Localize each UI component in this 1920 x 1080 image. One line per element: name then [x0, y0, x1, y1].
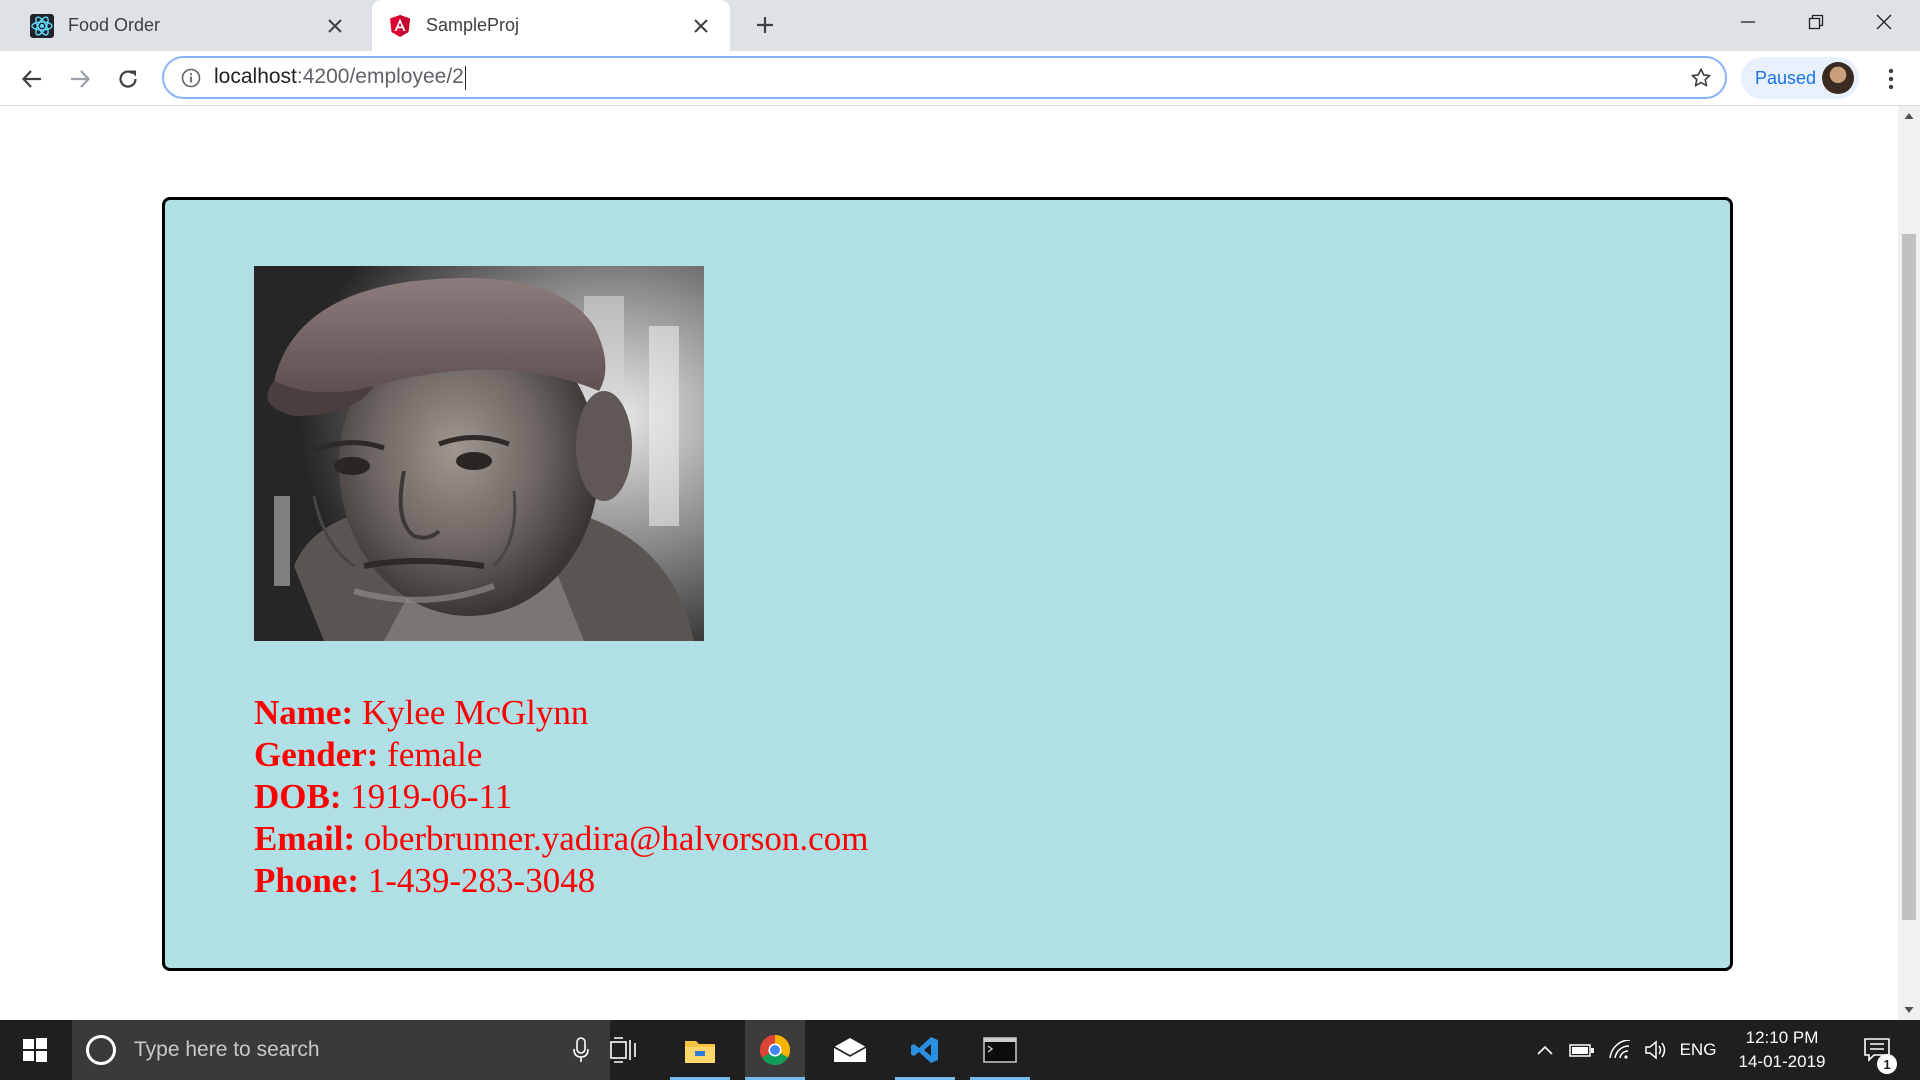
tab-title: SampleProj	[426, 15, 520, 35]
vertical-scrollbar[interactable]	[1898, 106, 1920, 1020]
close-tab-icon[interactable]	[686, 11, 716, 41]
arrow-right-icon	[71, 70, 91, 88]
detail-label: DOB:	[254, 777, 342, 816]
tab-title: Food Order	[68, 15, 161, 35]
detail-value: female	[387, 735, 483, 774]
detail-gender: Gender: female	[254, 734, 868, 776]
close-window-button[interactable]	[1850, 0, 1918, 44]
detail-label: Email:	[254, 819, 356, 858]
browser-toolbar: localhost:4200/employee/2 Paused	[0, 51, 1920, 106]
url-path: :4200/employee/2	[296, 65, 464, 89]
scroll-down-icon[interactable]	[1898, 1000, 1920, 1020]
back-button[interactable]	[12, 59, 52, 99]
minimize-button[interactable]	[1714, 0, 1782, 44]
network-button[interactable]	[1604, 1020, 1636, 1080]
detail-label: Name:	[254, 693, 354, 732]
vscode-icon	[911, 1037, 938, 1063]
address-bar[interactable]: localhost:4200/employee/2	[162, 56, 1727, 99]
chrome-taskbar-button[interactable]	[745, 1020, 805, 1080]
file-explorer-icon	[685, 1041, 715, 1063]
mail-button[interactable]	[820, 1020, 880, 1080]
start-button[interactable]	[0, 1020, 70, 1080]
screen: Food Order SampleProj localhost:4200/emp…	[0, 0, 1920, 1080]
task-view-icon	[610, 1037, 636, 1063]
battery-icon	[1569, 1044, 1594, 1057]
url-text: localhost:4200/employee/2	[214, 65, 466, 90]
mail-icon	[833, 1038, 867, 1062]
site-info-icon[interactable]	[180, 67, 202, 89]
windows-logo-icon	[23, 1038, 47, 1062]
search-placeholder: Type here to search	[134, 1038, 320, 1061]
close-tab-icon[interactable]	[320, 11, 350, 41]
scroll-up-icon[interactable]	[1898, 106, 1920, 126]
clock-date: 14-01-2019	[1738, 1052, 1826, 1071]
detail-dob: DOB: 1919-06-11	[254, 776, 868, 818]
browser-menu-button[interactable]	[1871, 59, 1911, 99]
tab-food-order[interactable]: Food Order	[14, 0, 364, 51]
bookmark-star-icon[interactable]	[1689, 66, 1713, 90]
detail-name: Name: Kylee McGlynn	[254, 692, 868, 734]
battery-button[interactable]	[1566, 1020, 1598, 1080]
reload-icon	[119, 70, 137, 88]
windows-taskbar: Type here to search ENG 12:10 PM 14-01-2…	[0, 1020, 1920, 1080]
close-icon	[1876, 14, 1892, 30]
profile-status-label: Paused	[1755, 67, 1817, 88]
angular-icon	[388, 14, 412, 38]
restore-button[interactable]	[1782, 0, 1850, 44]
terminal-button[interactable]	[970, 1020, 1030, 1080]
react-icon	[30, 13, 54, 38]
wifi-icon	[1609, 1040, 1631, 1059]
file-explorer-button[interactable]	[670, 1020, 730, 1080]
browser-tabstrip: Food Order SampleProj	[0, 0, 1920, 51]
detail-value: Kylee McGlynn	[361, 693, 589, 732]
volume-button[interactable]	[1640, 1020, 1672, 1080]
chevron-up-icon	[1537, 1045, 1553, 1055]
chrome-icon	[759, 1035, 791, 1066]
vscode-button[interactable]	[895, 1020, 955, 1080]
arrow-left-icon	[21, 70, 41, 88]
detail-value: 1919-06-11	[350, 777, 513, 816]
speaker-icon	[1645, 1040, 1666, 1060]
employee-card: Name: Kylee McGlynn Gender: female DOB: …	[162, 197, 1733, 971]
taskbar-clock[interactable]: 12:10 PM 14-01-2019	[1724, 1026, 1840, 1074]
detail-label: Gender:	[254, 735, 379, 774]
detail-value: 1-439-283-3048	[367, 861, 596, 900]
text-caret	[464, 65, 466, 90]
action-center-button[interactable]: 1	[1850, 1020, 1904, 1080]
restore-icon	[1808, 14, 1824, 30]
tab-sampleproj[interactable]: SampleProj	[372, 0, 730, 51]
detail-phone: Phone: 1-439-283-3048	[254, 860, 868, 902]
show-hidden-icons-button[interactable]	[1530, 1020, 1560, 1080]
cortana-icon	[86, 1035, 116, 1065]
employee-details: Name: Kylee McGlynn Gender: female DOB: …	[254, 692, 868, 902]
detail-email: Email: oberbrunner.yadira@halvorson.com	[254, 818, 868, 860]
url-host: localhost	[214, 65, 297, 89]
reload-button[interactable]	[108, 59, 148, 99]
new-tab-button[interactable]	[748, 8, 782, 42]
avatar	[1822, 62, 1854, 94]
microphone-icon[interactable]	[568, 1036, 594, 1064]
detail-label: Phone:	[254, 861, 359, 900]
page-viewport: Name: Kylee McGlynn Gender: female DOB: …	[0, 106, 1898, 1020]
task-view-button[interactable]	[594, 1020, 654, 1080]
scrollbar-thumb[interactable]	[1902, 234, 1916, 920]
profile-button[interactable]: Paused	[1741, 57, 1859, 99]
detail-value: oberbrunner.yadira@halvorson.com	[363, 819, 869, 858]
taskbar-search-box[interactable]: Type here to search	[72, 1020, 610, 1080]
minimize-icon	[1741, 21, 1755, 23]
terminal-icon	[983, 1037, 1017, 1063]
language-indicator[interactable]: ENG	[1676, 1020, 1720, 1080]
clock-time: 12:10 PM	[1745, 1028, 1819, 1047]
kebab-menu-icon	[1888, 68, 1894, 90]
employee-photo	[254, 266, 704, 641]
notification-count-badge: 1	[1877, 1054, 1897, 1074]
forward-button[interactable]	[60, 59, 100, 99]
plus-icon	[757, 17, 773, 33]
